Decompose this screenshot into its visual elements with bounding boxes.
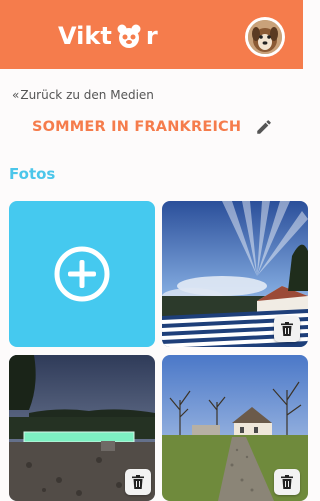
- trash-icon: [132, 475, 144, 489]
- delete-photo-button[interactable]: [274, 316, 300, 342]
- page-title: SOMMER IN FRANKREICH: [32, 119, 242, 135]
- section-heading-photos: Fotos: [9, 165, 56, 183]
- pencil-icon[interactable]: [255, 118, 273, 136]
- trash-icon: [281, 322, 293, 336]
- delete-photo-button[interactable]: [274, 469, 300, 495]
- avatar[interactable]: [245, 17, 285, 57]
- logo-text-prefix: Vikt: [58, 22, 112, 50]
- double-chevron-left-icon: «: [12, 88, 19, 102]
- add-photo-button[interactable]: [9, 201, 155, 347]
- delete-photo-button[interactable]: [125, 469, 151, 495]
- back-link-label: Zurück zu den Medien: [20, 88, 154, 102]
- app-header: Vikt r: [0, 0, 303, 69]
- photo-thumbnail[interactable]: [162, 201, 308, 347]
- trash-icon: [281, 475, 293, 489]
- dog-avatar: [248, 20, 282, 54]
- back-link[interactable]: « Zurück zu den Medien: [12, 86, 154, 104]
- album-title-row: SOMMER IN FRANKREICH: [32, 116, 273, 138]
- logo-text-suffix: r: [145, 22, 158, 50]
- photo-thumbnail[interactable]: [162, 355, 308, 501]
- plus-circle-icon: [54, 246, 110, 302]
- photo-thumbnail[interactable]: [9, 355, 155, 501]
- app-logo[interactable]: Vikt r: [58, 19, 158, 53]
- paw-icon: [113, 23, 145, 49]
